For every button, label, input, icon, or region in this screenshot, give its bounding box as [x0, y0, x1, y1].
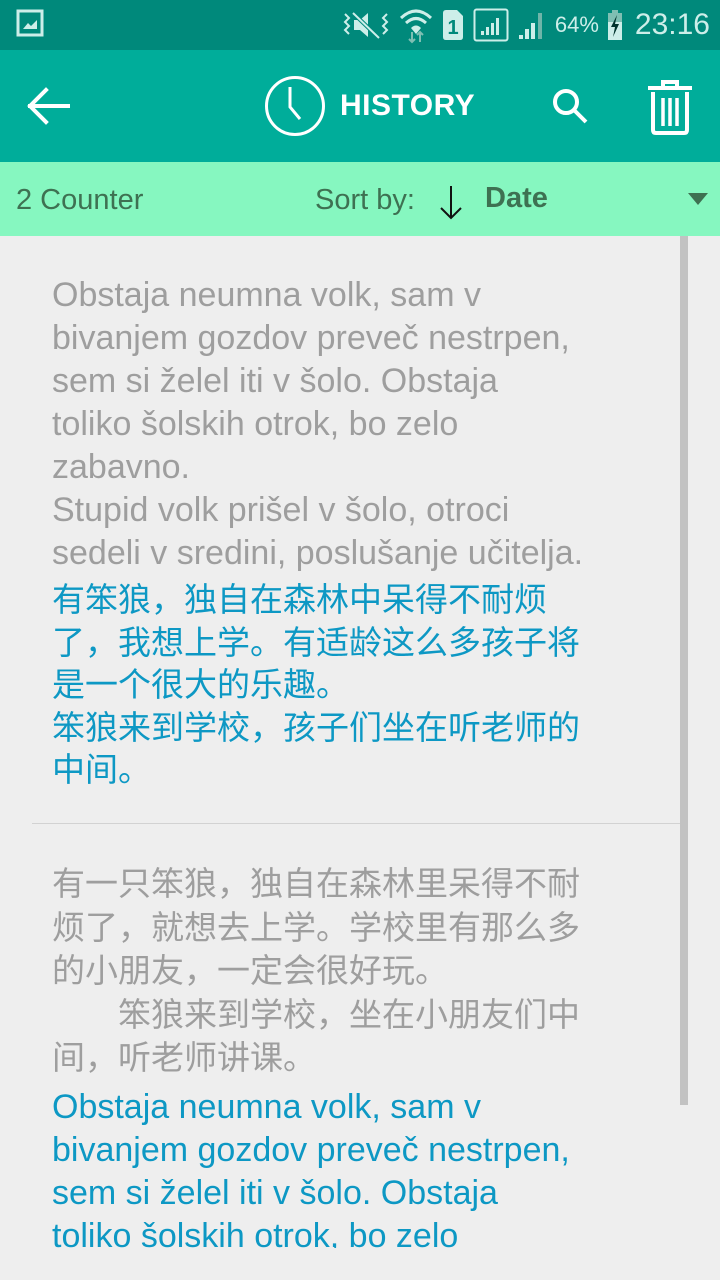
- sort-dropdown[interactable]: Date: [485, 182, 548, 215]
- app-bar: HISTORY: [0, 50, 720, 162]
- source-text: Obstaja neumna volk, sam v bivanjem gozd…: [52, 276, 584, 572]
- history-counter: 2 Counter: [16, 184, 144, 216]
- source-text: 有一只笨狼，独自在森林里呆得不耐 烦了，就想去上学。学校里有那么多 的小朋友，一…: [52, 865, 580, 1076]
- history-item[interactable]: 有一只笨狼，独自在森林里呆得不耐 烦了，就想去上学。学校里有那么多 的小朋友，一…: [52, 862, 672, 1258]
- list-bottom-edge: [0, 1248, 720, 1280]
- sort-by-label: Sort by:: [315, 184, 415, 216]
- battery-percent: 64%: [554, 12, 599, 37]
- trash-icon[interactable]: [644, 78, 696, 136]
- status-bar: 1 64% 23:16: [0, 0, 720, 50]
- sort-direction-arrow-icon[interactable]: [436, 182, 466, 222]
- sim-1-icon: 1: [442, 10, 463, 40]
- divider: [32, 823, 688, 824]
- history-item[interactable]: Obstaja neumna volk, sam v bivanjem gozd…: [52, 274, 672, 792]
- clock-icon: [265, 76, 325, 136]
- wifi-icon: [399, 9, 432, 44]
- arrow-left-icon[interactable]: [24, 84, 76, 128]
- signal-2-icon: [518, 13, 542, 39]
- page-title: HISTORY: [264, 74, 475, 138]
- vibrate-mute-icon: [343, 11, 389, 40]
- gallery-notification-icon: [16, 9, 44, 37]
- chevron-down-icon[interactable]: [688, 193, 708, 205]
- signal-icon: [473, 8, 509, 42]
- sort-bar: 2 Counter Sort by: Date: [0, 162, 720, 236]
- svg-text:1: 1: [447, 17, 458, 39]
- history-list[interactable]: Obstaja neumna volk, sam v bivanjem gozd…: [0, 236, 720, 1280]
- search-icon[interactable]: [548, 84, 594, 130]
- translation-text: 有笨狼，独自在森林中呆得不耐烦 了，我想上学。有适龄这么多孩子将 是一个很大的乐…: [52, 581, 580, 788]
- scrollbar[interactable]: [680, 236, 688, 1105]
- translation-text: Obstaja neumna volk, sam v bivanjem gozd…: [52, 1087, 570, 1255]
- title-text: HISTORY: [340, 89, 476, 122]
- battery-charging-icon: [607, 10, 622, 40]
- clock-time: 23:16: [634, 8, 710, 41]
